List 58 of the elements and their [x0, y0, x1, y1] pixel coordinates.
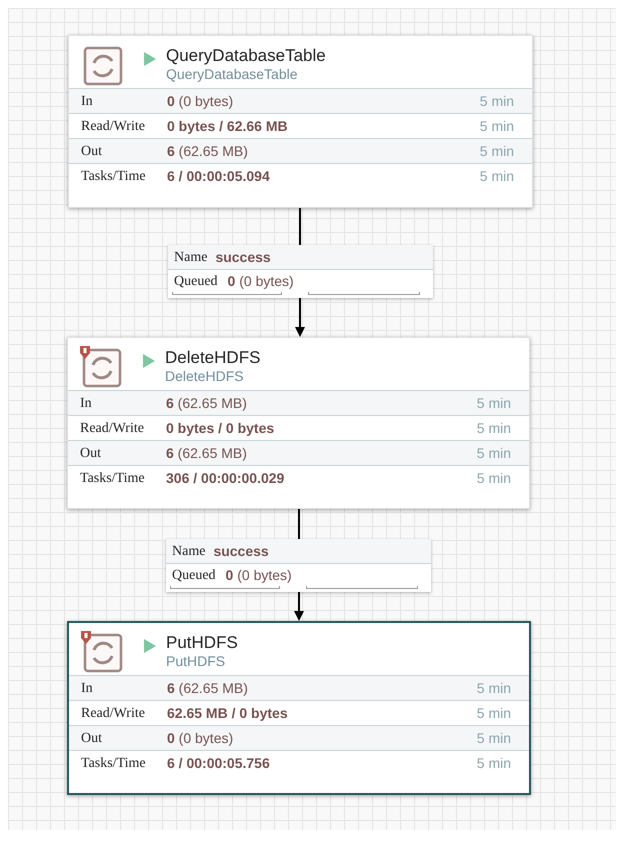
- stat-label: Tasks/Time: [81, 168, 147, 186]
- stat-label: In: [81, 680, 94, 698]
- stat-time: 5 min: [480, 142, 514, 160]
- processor-type: PutHDFS: [166, 653, 226, 670]
- processor-icon: [82, 348, 122, 388]
- stat-label: Out: [81, 730, 103, 748]
- stat-value: 62.65 MB / 0 bytes: [167, 704, 289, 723]
- stat-value: 6 (62.65 MB): [167, 678, 249, 698]
- stat-time: 5 min: [476, 728, 511, 748]
- queued-label: Queued: [174, 272, 218, 290]
- stat-value: 6 (62.65 MB): [166, 394, 248, 413]
- stat-time: 5 min: [476, 754, 511, 772]
- processor-name: DeleteHDFS: [165, 348, 260, 368]
- stat-time: 5 min: [476, 444, 511, 462]
- stat-label: Out: [81, 142, 103, 160]
- stat-label: Read/Write: [80, 420, 145, 438]
- stat-value: 0 (0 bytes): [167, 728, 234, 748]
- processor-icon: [83, 46, 123, 86]
- stat-time: 5 min: [480, 166, 514, 186]
- stat-label: Tasks/Time: [80, 470, 146, 488]
- stat-value: 0 (0 bytes): [167, 92, 234, 111]
- stat-label: Out: [80, 444, 102, 462]
- processor-card[interactable]: QueryDatabaseTable QueryDatabaseTable In 0 (0 bytes) 5 min Read/Write 0 bytes / 62.66 MB 5 min Out 6 (62.65 MB) 5 min Tasks/Time 6 / 00:00:05.094 5 min: [68, 35, 533, 208]
- stat-label: Read/Write: [81, 704, 146, 722]
- connection-label[interactable]: Name success Queued 0 (0 bytes): [166, 539, 431, 592]
- stat-time: 5 min: [476, 678, 511, 698]
- processor-icon: [83, 633, 123, 673]
- stat-label: Read/Write: [81, 118, 146, 136]
- stat-value: 6 / 00:00:05.756: [167, 754, 271, 772]
- stat-value: 6 (62.65 MB): [167, 142, 249, 161]
- processor-name: QueryDatabaseTable: [166, 46, 326, 66]
- stat-time: 5 min: [480, 116, 514, 136]
- stat-label: Tasks/Time: [81, 754, 147, 772]
- stat-time: 5 min: [476, 468, 511, 488]
- queued-value: 0 (0 bytes): [228, 272, 294, 291]
- processor-type: DeleteHDFS: [165, 368, 244, 385]
- stat-time: 5 min: [480, 92, 514, 110]
- connection-label[interactable]: Name success Queued 0 (0 bytes): [168, 245, 433, 298]
- stat-time: 5 min: [476, 394, 511, 412]
- stat-label: In: [81, 92, 94, 110]
- name-label: Name: [174, 248, 208, 266]
- queued-label: Queued: [172, 566, 216, 584]
- connection-name: success: [213, 542, 269, 560]
- stat-value: 6 (62.65 MB): [166, 444, 248, 463]
- queued-value: 0 (0 bytes): [226, 566, 292, 585]
- processor-name: PutHDFS: [166, 633, 238, 653]
- stat-time: 5 min: [476, 704, 511, 722]
- stat-label: In: [80, 394, 93, 412]
- stat-value: 306 / 00:00:00.029: [166, 468, 286, 488]
- stat-time: 5 min: [476, 418, 511, 438]
- processor-card[interactable]: DeleteHDFS DeleteHDFS In 6 (62.65 MB) 5 min Read/Write 0 bytes / 0 bytes 5 min Out 6 (62.65 MB) 5 min Tasks/Time 306 / 00:00:00.029 5 min: [67, 337, 530, 509]
- processor-card[interactable]: PutHDFS PutHDFS In 6 (62.65 MB) 5 min Read/Write 62.65 MB / 0 bytes 5 min Out 0 (0 bytes) 5 min Tasks/Time 6 / 00:00:05.756 5 min: [67, 621, 531, 795]
- connection-name: success: [215, 248, 271, 266]
- stat-value: 0 bytes / 0 bytes: [166, 418, 276, 438]
- processor-type: QueryDatabaseTable: [166, 66, 298, 83]
- name-label: Name: [172, 542, 206, 560]
- stat-value: 6 / 00:00:05.094: [167, 166, 271, 186]
- stat-value: 0 bytes / 62.66 MB: [167, 116, 289, 136]
